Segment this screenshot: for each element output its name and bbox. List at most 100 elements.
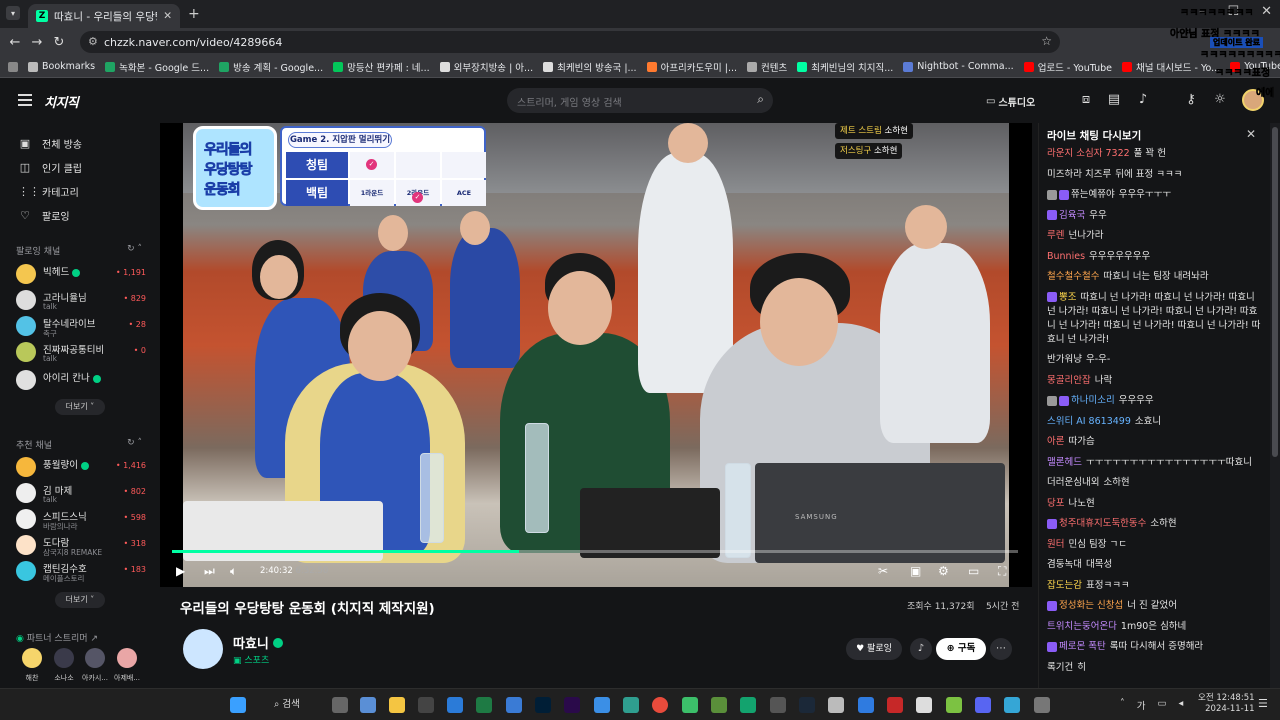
bookmark-item[interactable]: 녹화본 - Google 드... (105, 60, 209, 74)
start-icon[interactable] (230, 697, 246, 713)
more-options-icon[interactable]: ⋯ (990, 638, 1012, 660)
chzzk-logo[interactable]: 치지직 (44, 92, 79, 111)
channel-item[interactable]: 탈수네라이브 축구 • 28 (16, 313, 146, 338)
page-scrollbar[interactable] (1270, 123, 1280, 688)
app-icon[interactable] (770, 697, 786, 713)
chat-username[interactable]: 스위티 AI 8613499 (1047, 416, 1131, 427)
url-field[interactable]: ⚙ chzzk.naver.com/video/4289664 ☆ (80, 31, 1060, 53)
chat-username[interactable]: 미즈하라 치즈루 (1047, 169, 1111, 180)
chat-username[interactable]: 당포 (1047, 498, 1064, 509)
box-icon[interactable]: ⧈ (1078, 92, 1094, 108)
new-tab-icon[interactable]: + (188, 6, 200, 22)
reload-icon[interactable]: ↻ (48, 35, 70, 50)
play-icon[interactable]: ▶ (176, 564, 185, 578)
bookmark-item[interactable]: 최케빈님의 치지직... (797, 60, 893, 74)
chat-username[interactable]: 맬론헤드 (1047, 457, 1082, 468)
chat-username[interactable]: 라운지 소심자 7322 (1047, 148, 1130, 159)
ticket-icon[interactable]: ▤ (1106, 92, 1122, 108)
bookmark-item[interactable]: 최케빈의 방송국 |... (543, 60, 637, 74)
app-icon[interactable] (623, 697, 639, 713)
search-input[interactable]: 스트리머, 게임 영상 검색 ⌕ (507, 88, 773, 113)
settings-gear-icon[interactable]: ⚙ (938, 564, 949, 578)
app-icon[interactable] (858, 697, 874, 713)
minecraft-icon[interactable] (711, 697, 727, 713)
chat-username[interactable]: 루렌 (1047, 230, 1064, 241)
close-chat-icon[interactable]: ✕ (1246, 127, 1256, 141)
site-info-icon[interactable]: ⚙ (88, 35, 98, 48)
photoshop-icon[interactable] (535, 697, 551, 713)
following-button[interactable]: ♥ 팔로잉 (846, 638, 902, 660)
partner-avatar[interactable] (117, 648, 137, 668)
volume-icon[interactable]: ◂ (1178, 698, 1183, 712)
app-icon[interactable] (946, 697, 962, 713)
key-icon[interactable]: ⚷ (1183, 92, 1199, 108)
pip-icon[interactable]: ▣ (910, 564, 921, 578)
more-recommended-button[interactable]: 더보기 ˅ (55, 592, 105, 608)
chat-username[interactable]: 뽕조 (1059, 292, 1076, 303)
chat-username[interactable]: 김육국 (1059, 210, 1085, 221)
next-icon[interactable]: ⏭ (204, 564, 215, 579)
chat-username[interactable]: 더러운심내외 (1047, 477, 1099, 488)
nav-popular-clips[interactable]: ◫ 인기 클립 (18, 160, 82, 176)
app-icon[interactable] (594, 697, 610, 713)
taskbar-search[interactable]: ⌕ 검색 (268, 695, 316, 715)
notification-icon[interactable]: ☰ (1258, 697, 1268, 710)
channel-item[interactable]: 캡틴김수호 메이플스토리 • 183 (16, 558, 146, 583)
chat-username[interactable]: 쮸는예쮸야 (1071, 189, 1115, 200)
bookmark-item[interactable]: 망등산 편카페 : 네... (333, 60, 430, 74)
subscribe-button[interactable]: ⊕ 구독 (936, 638, 986, 660)
chat-username[interactable]: 겸둥녹대 (1047, 559, 1082, 570)
bookmark-item[interactable]: Bookmarks (28, 61, 95, 72)
channel-item[interactable]: 김 마제 talk • 802 (16, 480, 146, 504)
app-icon[interactable] (887, 697, 903, 713)
tab-search-icon[interactable]: ▾ (6, 6, 20, 20)
chat-username[interactable]: 록기건 (1047, 662, 1073, 673)
chat-username[interactable]: 원터 (1047, 539, 1064, 550)
chat-username[interactable]: Bunnies (1047, 251, 1085, 262)
close-window-icon[interactable]: ✕ (1261, 4, 1272, 19)
fullscreen-icon[interactable]: ⛶ (998, 564, 1006, 579)
premiere-icon[interactable] (564, 697, 580, 713)
chat-username[interactable]: 정성화는 신창섭 (1059, 600, 1123, 611)
scrollbar-thumb[interactable] (1272, 127, 1278, 457)
notification-bell-icon[interactable]: ♪ (910, 638, 932, 660)
chat-username[interactable]: 몽골리안잡 (1047, 375, 1091, 386)
channel-item[interactable]: 진짜짜공통티비 talk • 0 (16, 339, 146, 363)
chat-username[interactable]: 잡도는감 (1047, 580, 1082, 591)
menu-icon[interactable] (18, 94, 32, 106)
apps-icon[interactable] (8, 61, 18, 72)
channel-item[interactable]: 도다람 삼국지8 REMAKE • 318 (16, 532, 146, 557)
theme-sun-icon[interactable]: ☼ (1212, 92, 1228, 108)
bookmark-folder[interactable]: 컨텐츠 (747, 60, 787, 74)
channel-item[interactable]: 스피드스닉 바람의나라 • 598 (16, 506, 146, 531)
bookmark-item[interactable]: 아프리카도우미 |... (646, 60, 737, 74)
channel-avatar[interactable] (183, 629, 223, 669)
ime-indicator[interactable]: 가 (1137, 698, 1146, 712)
bookmark-star-icon[interactable]: ☆ (1041, 34, 1052, 48)
taskview-icon[interactable] (332, 697, 348, 713)
back-icon[interactable]: ← (4, 35, 26, 50)
chat-username[interactable]: 청주대휴지도둑한동수 (1059, 518, 1146, 529)
excel-icon[interactable] (476, 697, 492, 713)
partner-avatar[interactable] (85, 648, 105, 668)
bookmark-item[interactable]: Nightbot - Comma... (903, 61, 1014, 72)
steam-icon[interactable] (799, 697, 815, 713)
chat-username[interactable]: 반가워냥 (1047, 354, 1082, 365)
tray-chevron-icon[interactable]: ˄ (1120, 698, 1125, 712)
channel-item[interactable]: 풍월량이 • 1,416 (16, 454, 146, 478)
studio-button[interactable]: ▭ 스튜디오 (986, 91, 1035, 111)
nav-all-live[interactable]: ▣ 전체 방송 (18, 136, 82, 152)
chat-username[interactable]: 트위치는둥어온다 (1047, 621, 1117, 632)
app-icon[interactable] (682, 697, 698, 713)
app-icon[interactable] (1004, 697, 1020, 713)
clip-scissors-icon[interactable]: ✂ (878, 564, 888, 578)
theater-mode-icon[interactable]: ▭ (968, 564, 979, 578)
app-icon[interactable] (360, 697, 376, 713)
discord-icon[interactable] (975, 697, 991, 713)
bookmark-item[interactable]: 방송 계획 - Google... (219, 60, 323, 74)
app-icon[interactable] (740, 697, 756, 713)
refresh-collapse-icon[interactable]: ↻ ˄ (127, 438, 142, 451)
video-player[interactable]: SAMSUNG 우리들의 우당탕탕 운동회 Game 2. 지압판 멀리뛰기 청… (160, 123, 1032, 587)
search-icon[interactable]: ⌕ (757, 92, 764, 107)
explorer-icon[interactable] (389, 697, 405, 713)
